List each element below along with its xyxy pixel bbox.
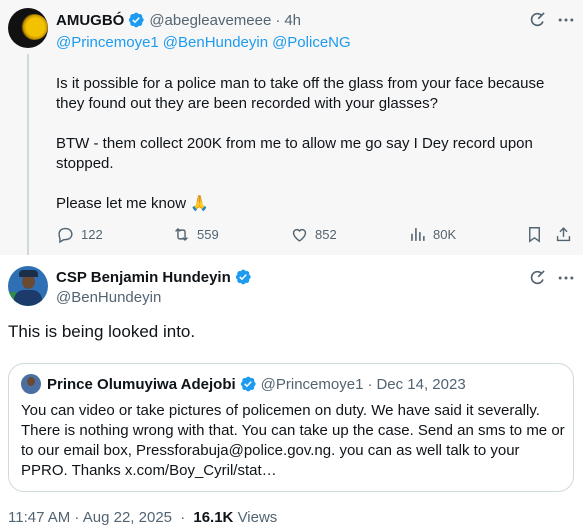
tweet-timestamp[interactable]: 11:47 AM · Aug 22, 2025 — [8, 509, 172, 526]
verified-badge-icon — [127, 11, 145, 29]
quoted-author-avatar — [21, 374, 41, 394]
reply-count: 122 — [81, 227, 103, 242]
repost-count: 559 — [197, 227, 219, 242]
like-button[interactable]: 852 — [290, 225, 337, 244]
main-tweet-text: This is being looked into. — [8, 322, 196, 341]
bookmark-icon[interactable] — [525, 225, 544, 244]
tweet-paragraph: Is it possible for a police man to take … — [56, 75, 545, 112]
thread-connector-line — [27, 54, 29, 255]
mention-link[interactable]: @BenHundeyin — [163, 34, 268, 51]
mention-link[interactable]: @PoliceNG — [272, 34, 351, 51]
quoted-tweet-header: Prince Olumuyiwa Adejobi @Princemoye1 · … — [21, 374, 466, 394]
quoted-tweet-date: Dec 14, 2023 — [376, 375, 466, 393]
verified-badge-icon — [239, 375, 257, 393]
reply-tweet-text: Is it possible for a police man to take … — [56, 74, 566, 234]
reply-tweet[interactable]: AMUGBÓ @abegleavemeee · 4h @Princemoye1 @… — [0, 0, 583, 255]
views-count: 80K — [433, 227, 457, 242]
mentions-line: @Princemoye1 @BenHundeyin @PoliceNG — [56, 34, 355, 51]
more-icon[interactable] — [556, 268, 576, 288]
author-name[interactable]: AMUGBÓ — [56, 12, 124, 29]
grok-icon[interactable] — [527, 268, 547, 288]
tweet-paragraph: Please let me know 🙏 — [56, 195, 209, 212]
reply-icon — [58, 227, 73, 244]
tweet-time[interactable]: 4h — [284, 12, 301, 29]
author-handle[interactable]: @abegleavemeee — [149, 12, 271, 29]
tweet-actions-bar: 122 559 852 80K — [56, 225, 576, 245]
tweet-paragraph: BTW - them collect 200K from me to allow… — [56, 135, 533, 172]
tweet-meta: 11:47 AM · Aug 22, 2025 · 16.1K Views — [8, 509, 277, 526]
quoted-author-handle: @Princemoye1 — [260, 375, 364, 393]
main-tweet-header: CSP Benjamin Hundeyin — [56, 268, 256, 286]
grok-icon[interactable] — [527, 10, 547, 30]
views-icon — [411, 228, 425, 241]
quoted-author-name: Prince Olumuyiwa Adejobi — [47, 375, 236, 393]
author-avatar[interactable] — [8, 266, 48, 306]
author-handle[interactable]: @BenHundeyin — [56, 289, 161, 306]
views-button[interactable]: 80K — [408, 225, 456, 244]
quoted-tweet-card[interactable]: Prince Olumuyiwa Adejobi @Princemoye1 · … — [8, 363, 574, 492]
separator-dot: · — [367, 375, 373, 393]
separator-dot: · — [180, 509, 186, 526]
repost-icon — [175, 227, 188, 242]
quoted-tweet-text: You can video or take pictures of police… — [21, 402, 565, 479]
verified-badge-icon — [234, 268, 252, 286]
reply-button[interactable]: 122 — [56, 225, 103, 244]
views-total: 16.1K — [193, 509, 234, 526]
share-icon[interactable] — [554, 225, 573, 244]
views-label: Views — [237, 509, 278, 526]
mention-link[interactable]: @Princemoye1 — [56, 34, 159, 51]
like-icon — [292, 228, 307, 242]
repost-button[interactable]: 559 — [172, 225, 219, 244]
author-avatar[interactable] — [8, 8, 48, 48]
author-name[interactable]: CSP Benjamin Hundeyin — [56, 269, 231, 286]
separator-dot: · — [275, 11, 281, 29]
reply-tweet-header: AMUGBÓ @abegleavemeee · 4h — [56, 11, 301, 29]
more-icon[interactable] — [556, 10, 576, 30]
like-count: 852 — [315, 227, 337, 242]
